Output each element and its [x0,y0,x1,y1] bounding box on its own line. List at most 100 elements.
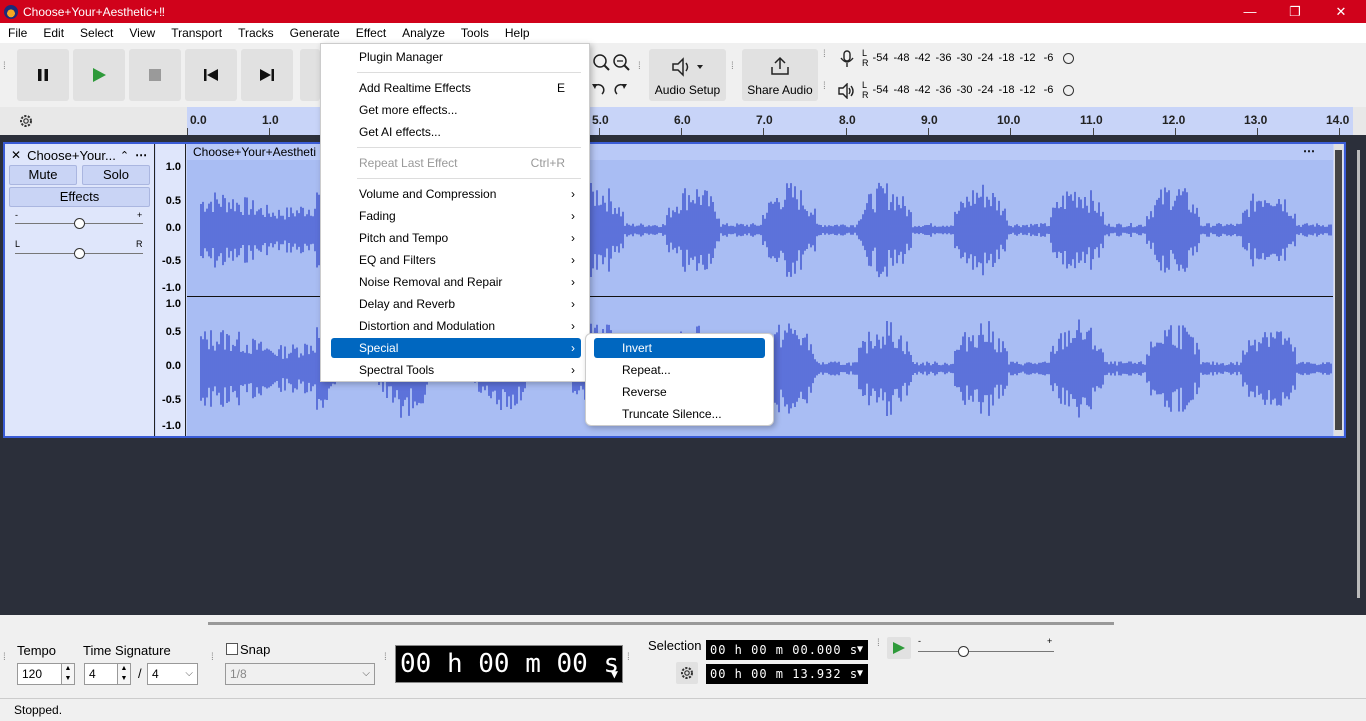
menu-item-get-more-effects[interactable]: Get more effects... [331,100,581,120]
horizontal-scrollbar[interactable] [0,615,1366,632]
menu-item-reverse[interactable]: Reverse [594,382,765,402]
menu-item-plugin-manager[interactable]: Plugin Manager [331,47,581,67]
speed-slider-knob[interactable] [958,646,969,657]
playback-meter[interactable]: LR -54 -48 -42 -36 -30 -24 -18 -12 -6 [862,78,1074,102]
selection-end-field[interactable]: 00 h 00 m 13.932 s ▼ [706,664,868,684]
toolbar-grip-icon[interactable]: ⁞ [3,653,9,663]
menu-view[interactable]: View [121,23,163,43]
pause-icon [38,69,48,81]
toolbar-grip-icon[interactable]: ⁞ [211,653,217,663]
selection-settings-button[interactable] [676,662,698,684]
play-button[interactable] [73,49,125,101]
menu-item-get-ai-effects[interactable]: Get AI effects... [331,122,581,142]
toolbar-grip-icon[interactable]: ⁞ [731,62,737,72]
speed-slider-track[interactable] [918,651,1054,652]
menu-tracks[interactable]: Tracks [230,23,282,43]
clip-menu-icon[interactable]: ⋯ [1303,144,1315,158]
menu-item-truncate-silence[interactable]: Truncate Silence... [594,404,765,424]
toolbar-grip-icon[interactable]: ⁞ [627,653,633,663]
skip-to-start-button[interactable] [185,49,237,101]
record-volume-knob[interactable] [1063,52,1074,64]
menu-item-volume-and-compression[interactable]: Volume and Compression › [331,184,581,204]
ts-denominator-select[interactable]: 4 ⌵ [147,663,198,685]
record-button[interactable] [300,49,320,101]
menu-item-fading[interactable]: Fading › [331,206,581,226]
skip-end-icon [260,69,274,81]
collapse-track-icon[interactable]: ⌃ [120,149,129,162]
effects-button[interactable]: Effects [9,187,150,207]
track-scrollbar-thumb[interactable] [1335,150,1342,430]
menu-transport[interactable]: Transport [163,23,230,43]
menu-item-eq-and-filters[interactable]: EQ and Filters › [331,250,581,270]
ts-numerator-stepper[interactable]: ▲ ▼ [117,663,131,685]
toolbar-grip-icon[interactable]: ⁞ [823,82,829,92]
solo-button[interactable]: Solo [82,165,150,185]
toolbar-grip-icon[interactable]: ⁞ [384,653,390,663]
ts-numerator-input[interactable]: 4 [84,663,118,685]
zoom-out-button[interactable] [590,51,612,73]
selection-start-field[interactable]: 00 h 00 m 00.000 s ▼ [706,640,868,660]
toolbar-grip-icon[interactable]: ⁞ [823,50,829,60]
menu-item-repeat-last-effect: Repeat Last Effect Ctrl+R [331,153,581,173]
ts-slash: / [138,666,142,681]
track-scrollbar[interactable] [1334,144,1343,436]
close-track-icon[interactable]: ✕ [11,148,21,162]
menu-item-delay-and-reverb[interactable]: Delay and Reverb › [331,294,581,314]
ruler-tick-label: 0.0 [190,113,207,127]
menu-item-repeat[interactable]: Repeat... [594,360,765,380]
menu-item-distortion-and-modulation[interactable]: Distortion and Modulation › [331,316,581,336]
skip-to-end-button[interactable] [241,49,293,101]
pan-slider-knob[interactable] [74,248,85,259]
close-button[interactable]: ✕ [1318,0,1364,23]
playback-volume-knob[interactable] [1063,84,1074,96]
maximize-button[interactable]: ❐ [1272,0,1318,23]
time-signature-label: Time Signature [83,643,171,658]
share-audio-button[interactable]: Share Audio [742,49,818,101]
toolbar-grip-icon[interactable]: ⁞ [877,639,883,649]
record-meter[interactable]: LR -54 -48 -42 -36 -30 -24 -18 -12 -6 [862,46,1074,70]
toolbar-grip-icon[interactable]: ⁞ [3,62,9,72]
playback-meter-button[interactable] [836,80,858,102]
meter-l-label: L [862,80,868,90]
track-name[interactable]: Choose+Your... [27,148,116,163]
menu-item-add-realtime-effects[interactable]: Add Realtime Effects E [331,78,581,98]
menu-item-pitch-and-tempo[interactable]: Pitch and Tempo › [331,228,581,248]
play-at-speed-button[interactable] [887,637,911,659]
stop-button[interactable] [129,49,181,101]
menu-file[interactable]: File [0,23,35,43]
mute-button[interactable]: Mute [9,165,77,185]
meter-r-label: R [862,58,869,68]
tempo-input[interactable]: 120 [17,663,62,685]
gear-icon[interactable] [18,113,34,129]
menu-help[interactable]: Help [497,23,538,43]
undo-button[interactable] [587,78,609,100]
menu-item-special[interactable]: Special › [331,338,581,358]
time-display[interactable]: 00 h 00 m 00 s ▼ [395,645,623,683]
track-menu-icon[interactable]: ⋯ [135,148,147,162]
vertical-scrollbar-thumb[interactable] [1357,150,1360,598]
tempo-stepper[interactable]: ▲ ▼ [61,663,75,685]
vertical-scrollbar[interactable] [1354,150,1364,600]
menu-effect[interactable]: Effect [348,23,394,43]
menu-tools[interactable]: Tools [453,23,497,43]
menu-analyze[interactable]: Analyze [394,23,453,43]
toolbar-grip-icon[interactable]: ⁞ [638,62,644,72]
menu-separator [357,72,581,73]
menu-edit[interactable]: Edit [35,23,72,43]
menu-item-invert[interactable]: Invert [594,338,765,358]
snap-select[interactable]: 1/8 ⌵ [225,663,375,685]
minimize-button[interactable]: — [1227,0,1273,23]
pause-button[interactable] [17,49,69,101]
menu-select[interactable]: Select [72,23,121,43]
redo-button[interactable] [610,78,632,100]
ruler-left-panel [0,107,187,135]
menu-generate[interactable]: Generate [282,23,348,43]
menu-item-noise-removal-and-repair[interactable]: Noise Removal and Repair › [331,272,581,292]
snap-checkbox[interactable] [226,643,238,655]
record-meter-button[interactable] [836,48,858,70]
zoom-toggle-button[interactable] [610,51,632,73]
menu-item-spectral-tools[interactable]: Spectral Tools › [331,360,581,380]
horizontal-scrollbar-thumb[interactable] [208,622,1114,625]
gain-slider-knob[interactable] [74,218,85,229]
audio-setup-button[interactable]: Audio Setup [649,49,726,101]
